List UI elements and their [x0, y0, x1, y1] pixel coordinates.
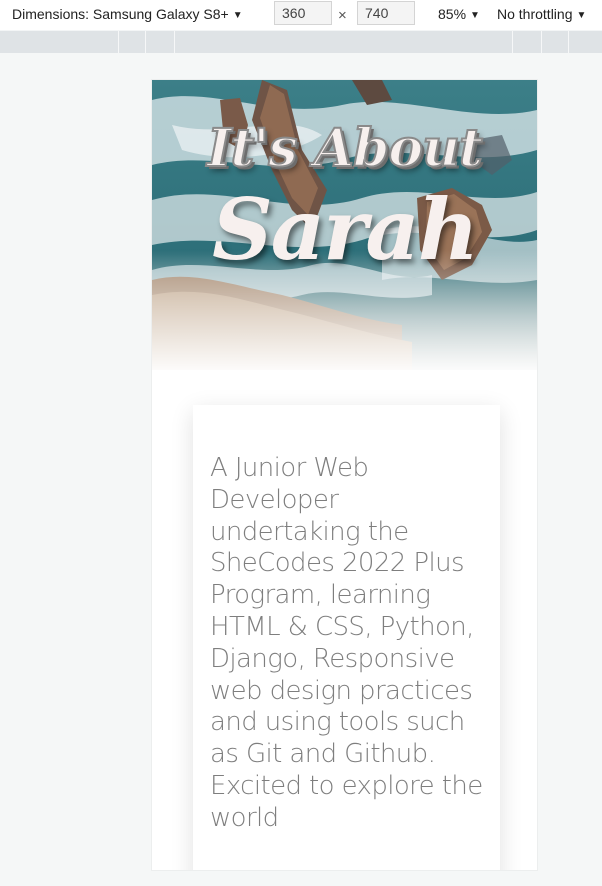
zoom-label: 85%	[438, 6, 467, 22]
width-input[interactable]	[274, 1, 332, 25]
ruler-divider	[541, 31, 542, 53]
intro-text: A Junior Web Developer undertaking the S…	[210, 453, 483, 833]
throttling-label: No throttling	[497, 6, 573, 22]
media-query-bar[interactable]	[0, 31, 602, 53]
intro-card: A Junior Web Developer undertaking the S…	[193, 405, 500, 870]
dimension-separator: ×	[338, 7, 347, 24]
dimensions-label: Dimensions: Samsung Galaxy S8+	[12, 6, 229, 22]
hero-title-line2: Sarah	[212, 180, 479, 279]
height-input[interactable]	[357, 1, 415, 25]
ruler-divider	[512, 31, 513, 53]
ruler-divider	[145, 31, 146, 53]
hero-banner: It's About Sarah	[152, 80, 537, 370]
chevron-down-icon: ▼	[232, 10, 243, 21]
throttling-dropdown[interactable]: No throttling ▼	[497, 6, 586, 22]
chevron-down-icon: ▼	[470, 10, 480, 21]
chevron-down-icon: ▼	[576, 10, 587, 21]
ruler-divider	[174, 31, 175, 53]
ruler-divider	[568, 31, 569, 53]
device-toolbar: Dimensions: Samsung Galaxy S8+▼ × 85%▼ N…	[0, 0, 602, 30]
device-viewport[interactable]: It's About Sarah A Junior Web Developer …	[152, 80, 537, 870]
zoom-dropdown[interactable]: 85% ▼	[438, 6, 480, 22]
dimensions-dropdown[interactable]: Dimensions: Samsung Galaxy S8+ ▼	[12, 6, 243, 22]
hero-title-line1: It's About	[206, 117, 484, 180]
ruler-divider	[118, 31, 119, 53]
